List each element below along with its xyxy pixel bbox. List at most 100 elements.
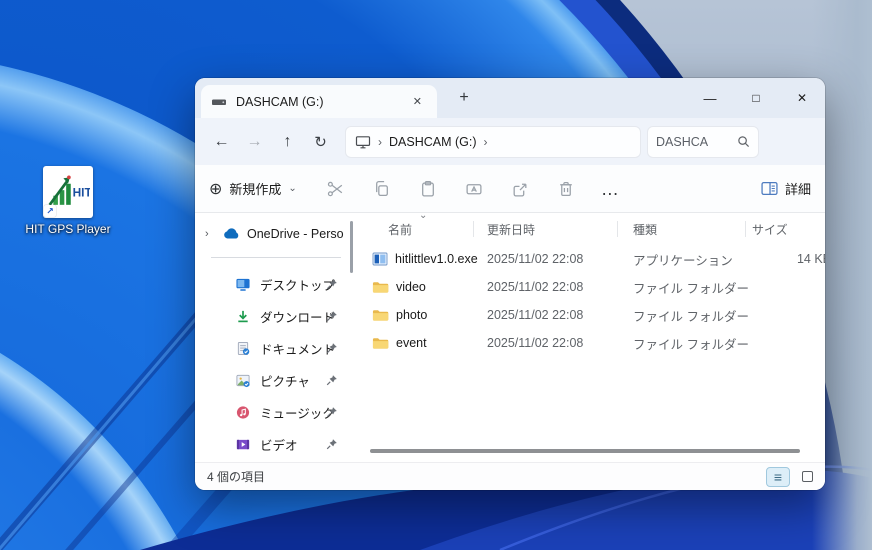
file-modified: 2025/11/02 22:08	[487, 280, 584, 294]
file-explorer-window: DASHCAM (G:) ✕ + — □ ✕ ← → ↑ ↻ › DASHCAM…	[195, 78, 825, 490]
sidebar-item-label: OneDrive - Perso	[247, 227, 344, 241]
thumbnail-view-button[interactable]	[795, 467, 819, 487]
thumbnail-view-icon	[801, 471, 813, 482]
pin-icon	[326, 343, 337, 354]
expand-chevron-icon[interactable]: ›	[205, 228, 219, 240]
refresh-button[interactable]: ↻	[304, 126, 337, 158]
videos-icon	[236, 439, 250, 449]
pin-icon	[326, 375, 337, 386]
new-item-label: 新規作成	[229, 182, 282, 197]
file-modified: 2025/11/02 22:08	[487, 308, 584, 322]
sidebar-item-desktop[interactable]: デスクトップ	[195, 268, 355, 300]
search-box[interactable]	[647, 125, 759, 158]
tab-close-icon[interactable]: ✕	[408, 93, 427, 110]
sidebar-item-label: ダウンロード	[260, 310, 336, 325]
rename-icon[interactable]	[465, 180, 483, 198]
column-header-type[interactable]: 種類	[617, 213, 745, 245]
folder-row-photo[interactable]: photo 2025/11/02 22:08 ファイル フォルダー	[355, 301, 825, 329]
file-name: event	[396, 336, 427, 350]
window-controls: — □ ✕	[687, 78, 825, 118]
tab-strip: DASHCAM (G:) ✕ + — □ ✕	[195, 78, 825, 118]
maximize-button[interactable]: □	[733, 78, 779, 118]
breadcrumb-chevron-icon: ›	[378, 134, 382, 149]
address-bar[interactable]: › DASHCAM (G:) ›	[345, 125, 641, 158]
list-view-button[interactable]: ≡	[766, 466, 790, 487]
onedrive-cloud-icon	[224, 228, 239, 239]
hit-gps-player-icon[interactable]: HIT ↗	[43, 166, 93, 218]
file-name: photo	[396, 308, 428, 322]
folder-icon	[372, 282, 389, 293]
sidebar-item-label: デスクトップ	[260, 278, 336, 293]
share-icon[interactable]	[511, 180, 529, 198]
command-toolbar: ⊕ 新規作成 ⌄ … 詳細	[195, 165, 825, 213]
folder-row-event[interactable]: event 2025/11/02 22:08 ファイル フォルダー	[355, 329, 825, 357]
cut-icon[interactable]	[327, 180, 345, 198]
this-pc-icon	[355, 135, 371, 148]
sidebar-item-pictures[interactable]: ピクチャ	[195, 364, 355, 396]
close-button[interactable]: ✕	[779, 78, 825, 118]
sidebar-divider	[211, 257, 341, 258]
sidebar-item-music[interactable]: ミュージック	[195, 396, 355, 428]
sidebar-scrollbar[interactable]	[350, 221, 353, 273]
paste-icon[interactable]	[419, 180, 437, 198]
file-type: ファイル フォルダー	[633, 309, 749, 324]
sidebar-item-label: ビデオ	[260, 438, 298, 453]
file-modified: 2025/11/02 22:08	[487, 336, 584, 350]
clipboard-actions	[327, 180, 575, 198]
downloads-icon	[238, 310, 248, 322]
file-list-pane: ⌄ 名前 更新日時 種類 サイズ hitlittlev1.0.exe 2025/…	[355, 210, 825, 462]
up-button[interactable]: ↑	[271, 126, 304, 158]
folder-icon	[372, 338, 389, 349]
navigation-sidebar: › OneDrive - Perso デスクトップ ダウンロード ドキュメント …	[195, 213, 355, 462]
status-bar: 4 個の項目 ≡	[195, 462, 825, 490]
column-headers: ⌄ 名前 更新日時 種類 サイズ	[355, 210, 825, 245]
tab-dashcam[interactable]: DASHCAM (G:) ✕	[201, 85, 437, 118]
details-label: 詳細	[784, 182, 811, 197]
column-header-modified[interactable]: 更新日時	[473, 213, 617, 245]
shortcut-arrow-icon: ↗	[44, 205, 56, 217]
file-type: ファイル フォルダー	[633, 281, 749, 296]
file-type: ファイル フォルダー	[633, 337, 749, 352]
pin-icon	[326, 311, 337, 322]
file-type: アプリケーション	[633, 253, 733, 268]
copy-icon[interactable]	[373, 180, 391, 198]
sidebar-item-onedrive[interactable]: › OneDrive - Perso	[195, 219, 355, 249]
file-size: 14 KB	[796, 252, 825, 266]
see-more-button[interactable]: …	[601, 180, 620, 198]
drive-icon	[212, 99, 226, 105]
view-toggles: ≡	[766, 466, 819, 487]
svg-text:HIT: HIT	[73, 186, 90, 200]
shortcut-label: HIT GPS Player	[25, 222, 111, 236]
sidebar-item-label: ピクチャ	[260, 374, 310, 389]
details-pane-icon	[761, 182, 778, 195]
folder-row-video[interactable]: video 2025/11/02 22:08 ファイル フォルダー	[355, 273, 825, 301]
navigation-bar: ← → ↑ ↻ › DASHCAM (G:) ›	[195, 118, 825, 165]
documents-icon	[237, 341, 250, 355]
forward-button[interactable]: →	[238, 126, 271, 158]
horizontal-scrollbar[interactable]	[370, 449, 800, 453]
file-name: video	[396, 280, 426, 294]
search-input[interactable]	[656, 134, 737, 149]
breadcrumb-location[interactable]: DASHCAM (G:)	[389, 135, 477, 149]
pictures-icon	[236, 374, 250, 387]
desktop-shortcut-hit-gps-player[interactable]: HIT ↗ HIT GPS Player	[19, 166, 117, 236]
tab-title: DASHCAM (G:)	[236, 94, 324, 109]
file-row-hitlittlev1-exe[interactable]: hitlittlev1.0.exe 2025/11/02 22:08 アプリケー…	[355, 245, 825, 273]
column-header-size[interactable]: サイズ	[745, 213, 825, 245]
sidebar-item-videos[interactable]: ビデオ	[195, 428, 355, 460]
delete-icon[interactable]	[557, 180, 575, 198]
explorer-main: › OneDrive - Perso デスクトップ ダウンロード ドキュメント …	[195, 210, 825, 462]
new-tab-button[interactable]: +	[451, 86, 477, 110]
breadcrumb-chevron-icon[interactable]: ›	[484, 135, 488, 149]
list-view-icon: ≡	[773, 468, 783, 485]
back-button[interactable]: ←	[205, 126, 238, 158]
folder-icon	[372, 310, 389, 321]
minimize-button[interactable]: —	[687, 78, 733, 118]
chevron-down-icon: ⌄	[288, 183, 297, 194]
pin-icon	[326, 439, 337, 450]
new-item-button[interactable]: ⊕ 新規作成 ⌄	[209, 179, 297, 199]
sidebar-item-documents[interactable]: ドキュメント	[195, 332, 355, 364]
details-pane-button[interactable]: 詳細	[761, 179, 811, 198]
column-header-name[interactable]: 名前	[355, 213, 473, 245]
sidebar-item-downloads[interactable]: ダウンロード	[195, 300, 355, 332]
